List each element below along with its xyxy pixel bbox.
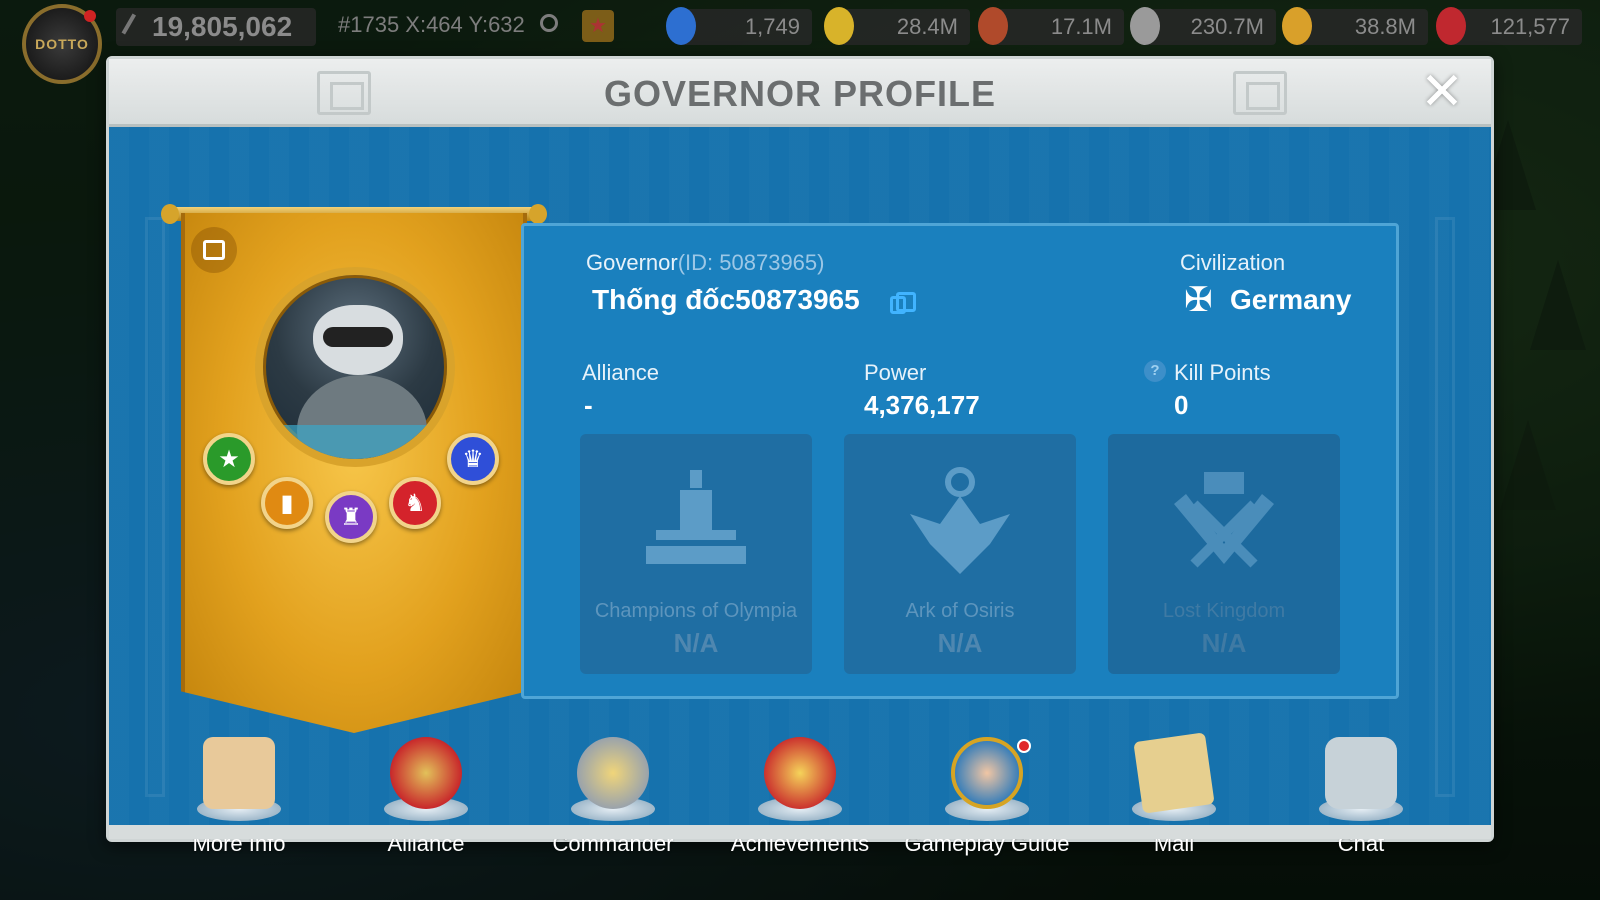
civilization-label: Civilization xyxy=(1180,250,1286,275)
achievements-button[interactable]: Achievements xyxy=(716,735,884,865)
governor-label-text: Governor xyxy=(586,250,678,275)
gem-icon xyxy=(666,7,696,45)
commander-button[interactable]: Commander xyxy=(529,735,697,865)
notification-dot xyxy=(1017,739,1031,753)
event-rank: N/A xyxy=(1201,628,1247,658)
gameplay-guide-button[interactable]: Gameplay Guide xyxy=(903,735,1071,865)
sword-icon xyxy=(121,13,147,41)
event-card-ark-of-osiris[interactable]: Ark of Osiris N/A xyxy=(844,434,1076,674)
champions-of-olympia-icon xyxy=(646,470,746,564)
guide-advisor-icon xyxy=(951,737,1023,809)
resource-wood[interactable]: 17.1M xyxy=(978,7,1124,45)
governor-label: Governor(ID: 50873965) xyxy=(586,250,824,276)
mail-button[interactable]: Mail xyxy=(1090,732,1258,865)
tower-badge-icon[interactable]: ♜ xyxy=(325,491,377,543)
map-coordinates[interactable]: #1735 X:464 Y:632 xyxy=(338,12,525,38)
dialog-footer xyxy=(109,825,1491,839)
governor-avatar[interactable] xyxy=(255,267,455,467)
kill-points-label: Kill Points xyxy=(1174,360,1271,385)
resource-stone[interactable]: 230.7M xyxy=(1130,7,1276,45)
gold-icon xyxy=(1282,7,1312,45)
mail-quill-icon xyxy=(1133,732,1215,814)
more-info-button[interactable]: More Info xyxy=(155,735,323,865)
dialog-body: ★ ▮ ♜ ♞ ♛ Governor(ID: 50873965) Thống đ… xyxy=(109,127,1491,856)
alliance-button[interactable]: Alliance xyxy=(342,735,510,865)
event-name: Lost Kingdom xyxy=(1162,600,1286,622)
food-icon xyxy=(824,7,854,45)
resource-gold[interactable]: 38.8M xyxy=(1282,7,1428,45)
resource-gems[interactable]: 1,749 xyxy=(666,7,812,45)
notification-dot xyxy=(84,10,96,22)
shield-sword-icon xyxy=(390,737,462,809)
resource-value: 121,577 xyxy=(1490,14,1570,39)
stone-icon xyxy=(1130,7,1160,45)
power-label: Power xyxy=(864,360,927,385)
change-avatar-button[interactable] xyxy=(191,227,237,273)
power-value: 4,376,177 xyxy=(864,390,980,420)
event-card-champions-of-olympia[interactable]: Champions of Olympia N/A xyxy=(580,434,812,674)
bookmark-star-icon[interactable]: ★ xyxy=(582,10,614,42)
lion-badge-icon[interactable]: ♞ xyxy=(389,477,441,529)
dialog-header: GOVERNOR PROFILE ✕ xyxy=(109,59,1491,127)
help-icon[interactable]: ? xyxy=(1144,360,1166,382)
governor-name: Thống đốc50873965 xyxy=(592,284,860,315)
event-card-lost-kingdom[interactable]: Lost Kingdom N/A xyxy=(1108,434,1340,674)
city-avatar[interactable]: DOTTO xyxy=(22,4,102,84)
kill-points-value: 0 xyxy=(1174,390,1189,420)
resource-rubies[interactable]: 121,577 xyxy=(1436,7,1582,45)
dialog-title: GOVERNOR PROFILE xyxy=(603,73,997,114)
event-name: Ark of Osiris xyxy=(905,600,1015,622)
resource-value: 1,749 xyxy=(744,14,800,39)
city-label: DOTTO xyxy=(35,36,89,52)
civilization-value: Germany xyxy=(1230,284,1352,315)
chat-button[interactable]: Chat xyxy=(1277,735,1445,865)
resource-bar: DOTTO 19,805,062 #1735 X:464 Y:632 ★ 1,7… xyxy=(0,0,1600,84)
copy-icon[interactable] xyxy=(890,292,916,314)
cards-badge-icon[interactable]: ▮ xyxy=(261,477,313,529)
trophy-badge-icon[interactable]: ♛ xyxy=(447,433,499,485)
search-icon[interactable] xyxy=(540,14,558,32)
raccoon-mask xyxy=(323,327,393,347)
governor-profile-dialog: GOVERNOR PROFILE ✕ ★ ▮ ♜ ♞ ♛ Governor(ID… xyxy=(106,56,1494,856)
total-power-value: 19,805,062 xyxy=(152,11,293,42)
portrait-icon xyxy=(203,240,225,260)
governor-id[interactable]: (ID: 50873965) xyxy=(678,250,825,275)
iron-cross-icon: ✠ xyxy=(1184,281,1213,319)
lost-kingdom-icon xyxy=(1174,472,1274,568)
resource-value: 230.7M xyxy=(1190,14,1264,39)
resource-value: 38.8M xyxy=(1354,14,1416,39)
resource-value: 17.1M xyxy=(1050,14,1112,39)
border-pattern xyxy=(145,217,165,797)
crown-star-icon xyxy=(764,737,836,809)
star-badge-icon[interactable]: ★ xyxy=(203,433,255,485)
ruby-icon xyxy=(1436,7,1466,45)
border-pattern xyxy=(1435,217,1455,797)
ark-of-osiris-icon xyxy=(910,467,1010,574)
event-rank: N/A xyxy=(673,628,719,658)
helmet-icon xyxy=(577,737,649,809)
resource-value: 28.4M xyxy=(896,14,958,39)
close-button[interactable]: ✕ xyxy=(1415,65,1469,119)
chat-bubble-icon xyxy=(1325,737,1397,809)
resource-food[interactable]: 28.4M xyxy=(824,7,970,45)
event-rank: N/A xyxy=(937,628,983,658)
scroll-icon xyxy=(203,737,275,809)
wood-icon xyxy=(978,7,1008,45)
total-power[interactable]: 19,805,062 xyxy=(116,8,316,46)
governor-info-panel: Governor(ID: 50873965) Thống đốc50873965… xyxy=(521,223,1399,699)
alliance-value: - xyxy=(584,390,593,420)
event-name: Champions of Olympia xyxy=(594,600,798,622)
alliance-label: Alliance xyxy=(582,360,660,385)
